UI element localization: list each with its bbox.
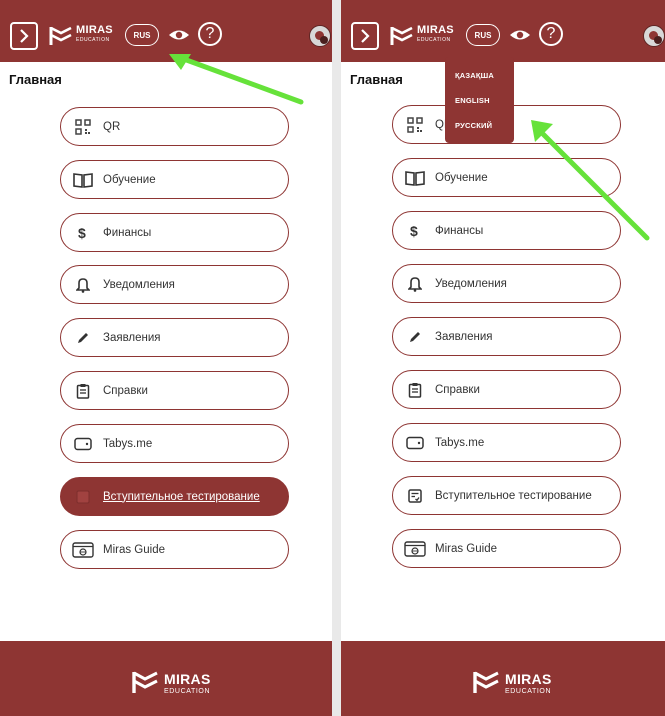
logo-text: MIRAS [417, 24, 454, 36]
clipboard-icon [71, 379, 95, 403]
menu-item-applications[interactable]: Заявления [392, 317, 621, 356]
menu-item-finance[interactable]: $ Финансы [392, 211, 621, 250]
menu-item-label: Miras Guide [103, 543, 165, 556]
qr-code-icon [403, 113, 427, 137]
browser-guide-icon [403, 537, 427, 561]
svg-text:$: $ [78, 225, 86, 241]
menu-item-miras-guide[interactable]: Miras Guide [392, 529, 621, 568]
wallet-icon [403, 431, 427, 455]
menu-item-entrance-testing[interactable]: Вступительное тестирование [392, 476, 621, 515]
miras-logo-icon [390, 26, 413, 45]
test-form-icon [71, 485, 95, 509]
menu-toggle-button[interactable] [10, 22, 38, 50]
qr-code-icon [71, 115, 95, 139]
language-option-english[interactable]: ENGLISH [455, 96, 490, 105]
chevron-right-icon [20, 29, 29, 43]
clipboard-icon [403, 378, 427, 402]
menu-item-label: Обучение [103, 173, 156, 186]
language-dropdown: ҚАЗАҚША ENGLISH РУССКИЙ [445, 57, 514, 143]
page-title: Главная [9, 72, 62, 87]
menu-item-education[interactable]: Обучение [392, 158, 621, 197]
menu-toggle-button[interactable] [351, 22, 379, 50]
panel-divider [332, 0, 341, 716]
miras-logo-icon [132, 671, 158, 693]
language-selector-button[interactable]: RUS [125, 24, 159, 46]
help-icon[interactable]: ? [539, 22, 563, 46]
menu-item-certificates[interactable]: Справки [60, 371, 289, 410]
menu-item-applications[interactable]: Заявления [60, 318, 289, 357]
language-option-russian[interactable]: РУССКИЙ [455, 121, 492, 130]
app-screen-right: MIRAS EDUCATION RUS ? Главная QR Обучени… [341, 0, 665, 716]
avatar[interactable] [309, 25, 331, 47]
menu-item-miras-guide[interactable]: Miras Guide [60, 530, 289, 569]
help-icon[interactable]: ? [198, 22, 222, 46]
bell-icon [71, 273, 95, 297]
menu-item-certificates[interactable]: Справки [392, 370, 621, 409]
eye-icon[interactable] [509, 28, 531, 42]
language-option-kazakh[interactable]: ҚАЗАҚША [455, 71, 494, 80]
footer-logo-subtext: EDUCATION [164, 688, 211, 695]
book-icon [71, 168, 95, 192]
menu-item-label: Заявления [435, 330, 493, 343]
book-icon [403, 166, 427, 190]
test-form-icon [403, 484, 427, 508]
bell-icon [403, 272, 427, 296]
miras-logo-icon [473, 671, 499, 693]
eye-icon[interactable] [168, 28, 190, 42]
footer [341, 641, 665, 716]
logo-subtext: EDUCATION [76, 37, 110, 43]
menu-item-label: QR [103, 120, 121, 133]
avatar[interactable] [643, 25, 665, 47]
browser-guide-icon [71, 538, 95, 562]
wallet-icon [71, 432, 95, 456]
top-bar: MIRAS EDUCATION RUS ? [341, 0, 665, 62]
menu-item-label: Уведомления [103, 278, 175, 291]
menu-item-entrance-testing[interactable]: Вступительное тестирование [60, 477, 289, 516]
top-bar: MIRAS EDUCATION RUS ? [0, 0, 332, 62]
menu-item-label: Tabys.me [103, 437, 153, 450]
footer-logo-text: MIRAS [164, 671, 211, 687]
dollar-icon: $ [403, 219, 427, 243]
menu-item-label: Вступительное тестирование [435, 489, 592, 502]
language-selector-button[interactable]: RUS [466, 24, 500, 46]
svg-text:$: $ [410, 223, 418, 239]
footer-logo-text: MIRAS [505, 671, 552, 687]
menu-item-label: Уведомления [435, 277, 507, 290]
menu-item-tabys[interactable]: Tabys.me [392, 423, 621, 462]
menu-item-label: Tabys.me [435, 436, 485, 449]
menu-item-label: Справки [103, 384, 148, 397]
chevron-right-icon [361, 29, 370, 43]
menu-item-notifications[interactable]: Уведомления [392, 264, 621, 303]
menu-item-label: Miras Guide [435, 542, 497, 555]
menu-item-label: Финансы [103, 226, 152, 239]
menu-item-label: Обучение [435, 171, 488, 184]
menu-item-tabys[interactable]: Tabys.me [60, 424, 289, 463]
menu-item-finance[interactable]: $ Финансы [60, 213, 289, 252]
logo-text: MIRAS [76, 24, 113, 36]
dollar-icon: $ [71, 221, 95, 245]
menu-item-education[interactable]: Обучение [60, 160, 289, 199]
miras-logo-icon [49, 26, 72, 45]
pencil-icon [403, 325, 427, 349]
menu-item-label: Финансы [435, 224, 484, 237]
logo-subtext: EDUCATION [417, 37, 451, 43]
pencil-icon [71, 326, 95, 350]
footer-logo-subtext: EDUCATION [505, 688, 552, 695]
menu-item-label: Справки [435, 383, 480, 396]
menu-item-qr[interactable]: QR [60, 107, 289, 146]
page-title: Главная [350, 72, 403, 87]
menu-item-label: Вступительное тестирование [103, 490, 260, 503]
menu-item-notifications[interactable]: Уведомления [60, 265, 289, 304]
menu-item-label: Заявления [103, 331, 161, 344]
app-screen-left: MIRAS EDUCATION RUS ? Главная QR Обучени… [0, 0, 332, 716]
